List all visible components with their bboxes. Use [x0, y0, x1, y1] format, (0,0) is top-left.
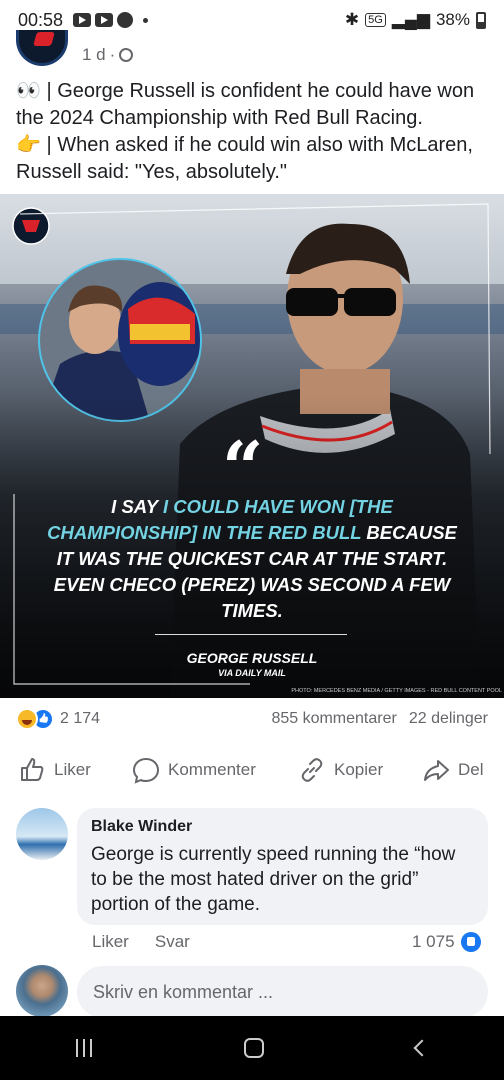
post-text-line: 👉 | When asked if he could win also with… — [16, 134, 473, 183]
comment-bubble-icon — [132, 757, 160, 784]
haha-reaction-icon — [16, 708, 38, 730]
post-text-line: 👀 | George Russell is confident he could… — [16, 80, 475, 129]
engagement-counts: 855 kommentarer 22 delinger — [271, 710, 488, 728]
signal-icon: ▂▄▆ — [391, 10, 430, 29]
comment-text: George is currently speed running the “h… — [91, 844, 456, 915]
share-button[interactable]: Del — [422, 756, 484, 784]
meta-separator: · — [109, 45, 116, 64]
bluetooth-icon: ✱ — [344, 10, 360, 29]
photo-credit: PHOTO: MERCEDES BENZ MEDIA / GETTY IMAGE… — [291, 688, 502, 694]
share-arrow-icon — [424, 760, 449, 781]
comment-input-placeholder: Skriv en kommentar ... — [93, 981, 274, 1002]
like-reaction-icon — [460, 932, 481, 952]
share-count[interactable]: 22 delinger — [409, 710, 488, 728]
copy-button[interactable]: Kopier — [298, 756, 383, 784]
comment-count[interactable]: 855 kommentarer — [271, 710, 396, 728]
comment-bubble[interactable]: Blake Winder George is currently speed r… — [77, 808, 488, 925]
comment-label: Kommenter — [168, 760, 256, 779]
notification-icons — [73, 12, 149, 28]
youtube-notification-icon — [73, 13, 92, 27]
reaction-count[interactable]: 2 174 — [60, 710, 100, 728]
comment-like-number: 1 075 — [412, 932, 455, 951]
network-type: 5G — [365, 13, 386, 27]
quote-divider — [155, 634, 347, 635]
comment-reply-button[interactable]: Svar — [155, 932, 190, 952]
comment-author[interactable]: Blake Winder — [91, 818, 474, 836]
youtube-notification-icon — [95, 13, 114, 27]
share-label: Del — [458, 760, 484, 779]
comment-input[interactable]: Skriv en kommentar ... — [77, 966, 488, 1018]
back-button[interactable] — [413, 1039, 431, 1057]
status-right: ✱ 5G ▂▄▆ 38% — [345, 10, 486, 30]
commenter-avatar[interactable] — [16, 808, 68, 860]
post-action-bar: Liker Kommenter Kopier Del — [0, 752, 504, 788]
thumbs-up-icon — [21, 758, 44, 781]
copy-label: Kopier — [334, 760, 384, 779]
reactions-summary: 2 174 855 kommentarer 22 delinger — [16, 707, 488, 731]
battery-icon — [476, 11, 486, 29]
quote-author: GEORGE RUSSELL — [186, 650, 318, 666]
current-user-avatar[interactable] — [16, 965, 68, 1017]
comment-button[interactable]: Kommenter — [132, 756, 256, 784]
quote-highlight: I could have won [the championship] in t… — [47, 496, 393, 543]
account-notification-icon — [117, 12, 134, 28]
home-button[interactable] — [244, 1038, 264, 1058]
system-nav-bar — [0, 1016, 504, 1080]
post-meta: 1 d · — [82, 45, 134, 65]
like-label: Liker — [54, 760, 91, 779]
comment-like-count[interactable]: 1 075 — [412, 932, 490, 952]
link-icon — [301, 758, 323, 782]
comment-like-button[interactable]: Liker — [92, 932, 129, 952]
globe-icon — [119, 48, 134, 62]
quote-part: I say — [111, 496, 163, 517]
post-header: 1 d · — [16, 28, 134, 68]
post-age[interactable]: 1 d — [82, 45, 106, 65]
comment-actions: Liker Svar — [92, 932, 190, 952]
quote-source: VIA DAILY MAIL — [218, 668, 286, 678]
reaction-icons[interactable] — [16, 708, 54, 730]
battery-percent: 38% — [435, 10, 470, 29]
more-notifications-icon — [143, 17, 149, 23]
page-avatar[interactable] — [16, 30, 68, 66]
post-text: 👀 | George Russell is confident he could… — [16, 78, 496, 186]
image-quote: I say I could have won [the championship… — [40, 494, 464, 624]
like-button[interactable]: Liker — [18, 756, 91, 784]
recent-apps-button[interactable] — [76, 1039, 92, 1057]
